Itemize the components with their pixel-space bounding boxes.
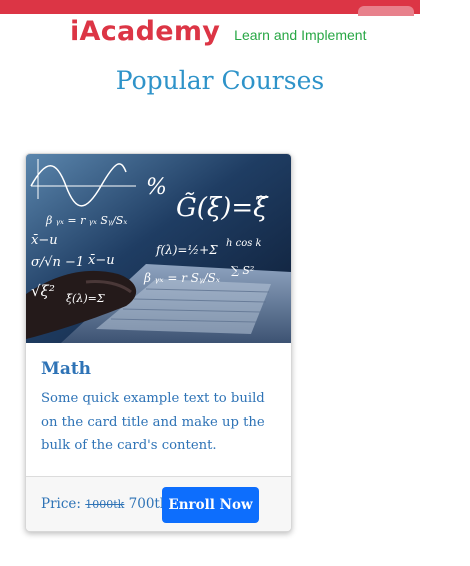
svg-text:ξ̄(λ)=Σ: ξ̄(λ)=Σ (66, 292, 105, 305)
svg-text:β ᵧₓ = r ᵧₓ Sᵧ/Sₓ: β ᵧₓ = r ᵧₓ Sᵧ/Sₓ (45, 214, 127, 227)
course-description: Some quick example text to build on the … (41, 391, 265, 453)
section-title: Popular Courses (115, 66, 325, 95)
course-price: Price: 1000tk 700tk (41, 496, 168, 512)
brand-logo[interactable]: iAcademy (70, 16, 220, 47)
course-title: Math (41, 359, 92, 379)
card-body: Math Some quick example text to build on… (41, 359, 277, 458)
svg-text:x̄−u: x̄−u (31, 233, 58, 248)
navbar-toggle-button[interactable] (358, 6, 414, 16)
svg-text:x̄−u: x̄−u (88, 253, 115, 268)
svg-text:G̃(ξ)=ξ̃: G̃(ξ)=ξ̃ (176, 192, 269, 223)
svg-text:σ/√n −1: σ/√n −1 (31, 255, 84, 270)
course-image: % G̃(ξ)=ξ̃ β ᵧₓ = r ᵧₓ Sᵧ/Sₓ x̄−u σ/√n −… (26, 154, 291, 343)
top-navbar (0, 0, 420, 14)
svg-text:β ᵧₓ = r Sᵧ/Sₓ: β ᵧₓ = r Sᵧ/Sₓ (143, 271, 221, 285)
card-footer: Price: 1000tk 700tk Enroll Now (26, 476, 291, 531)
brand-header: iAcademy Learn and Implement (70, 16, 366, 47)
course-card: % G̃(ξ)=ξ̃ β ᵧₓ = r ᵧₓ Sᵧ/Sₓ x̄−u σ/√n −… (25, 153, 292, 532)
brand-tagline: Learn and Implement (234, 27, 367, 43)
svg-text:h cos k: h cos k (226, 238, 262, 249)
svg-text:f(λ)=½+Σ: f(λ)=½+Σ (155, 243, 218, 257)
svg-text:%: % (146, 175, 167, 200)
enroll-now-button[interactable]: Enroll Now (162, 487, 259, 523)
price-label: Price: (41, 496, 81, 512)
svg-text:√ξ²: √ξ² (31, 282, 55, 300)
svg-text:∑ S²: ∑ S² (231, 264, 254, 277)
old-price: 1000tk (85, 498, 125, 511)
